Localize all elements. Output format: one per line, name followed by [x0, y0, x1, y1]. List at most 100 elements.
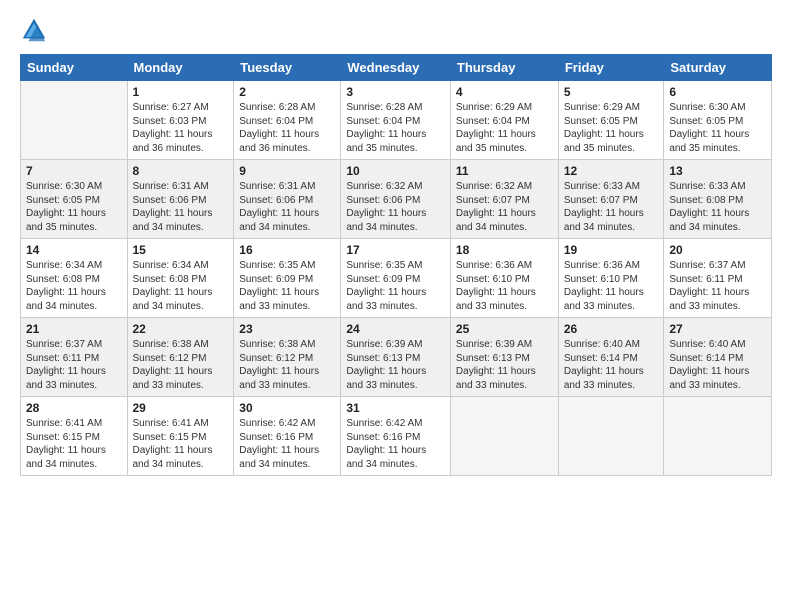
day-number: 7: [26, 164, 122, 178]
day-number: 26: [564, 322, 659, 336]
day-info: Sunrise: 6:37 AM Sunset: 6:11 PM Dayligh…: [26, 338, 122, 392]
calendar-cell-w5-d3: 30 Sunrise: 6:42 AM Sunset: 6:16 PM Dayli…: [234, 397, 341, 476]
day-number: 2: [239, 85, 335, 99]
calendar-cell-w1-d1: [21, 81, 128, 160]
calendar-cell-w1-d6: 5 Sunrise: 6:29 AM Sunset: 6:05 PM Daylig…: [558, 81, 664, 160]
day-number: 8: [133, 164, 229, 178]
calendar-cell-w2-d3: 9 Sunrise: 6:31 AM Sunset: 6:06 PM Daylig…: [234, 160, 341, 239]
calendar-cell-w3-d4: 17Sunrise: 6:35 AM Sunset: 6:09 PM Dayli…: [341, 239, 451, 318]
day-info: Sunrise: 6:34 AM Sunset: 6:08 PM Dayligh…: [26, 259, 122, 313]
calendar-week-3: 14 Sunrise: 6:34 AM Sunset: 6:08 PM Dayli…: [21, 239, 772, 318]
day-info: Sunrise: 6:31 AM Sunset: 6:06 PM Dayligh…: [239, 180, 335, 234]
day-info: Sunrise: 6:30 AM Sunset: 6:05 PM Dayligh…: [26, 180, 122, 234]
day-number: 5: [564, 85, 659, 99]
calendar-cell-w2-d6: 12 Sunrise: 6:33 AM Sunset: 6:07 PM Dayli…: [558, 160, 664, 239]
day-number: 9: [239, 164, 335, 178]
calendar-week-4: 21 Sunrise: 6:37 AM Sunset: 6:11 PM Dayli…: [21, 318, 772, 397]
day-number: 22: [133, 322, 229, 336]
day-info: Sunrise: 6:41 AM Sunset: 6:15 PM Dayligh…: [26, 417, 122, 471]
col-friday: Friday: [558, 55, 664, 81]
day-info: Sunrise: 6:29 AM Sunset: 6:04 PM Dayligh…: [456, 101, 553, 155]
day-number: 25: [456, 322, 553, 336]
day-number: 27: [669, 322, 766, 336]
calendar-cell-w4-d1: 21 Sunrise: 6:37 AM Sunset: 6:11 PM Dayli…: [21, 318, 128, 397]
day-info: Sunrise: 6:39 AM Sunset: 6:13 PM Dayligh…: [346, 338, 445, 392]
day-number: 20: [669, 243, 766, 257]
day-number: 31: [346, 401, 445, 415]
calendar-week-2: 7 Sunrise: 6:30 AM Sunset: 6:05 PM Daylig…: [21, 160, 772, 239]
day-info: Sunrise: 6:42 AM Sunset: 6:16 PM Dayligh…: [346, 417, 445, 471]
calendar-cell-w3-d5: 18 Sunrise: 6:36 AM Sunset: 6:10 PM Dayli…: [450, 239, 558, 318]
day-number: 21: [26, 322, 122, 336]
day-number: 23: [239, 322, 335, 336]
day-info: Sunrise: 6:28 AM Sunset: 6:04 PM Dayligh…: [346, 101, 445, 155]
calendar-week-1: 1Sunrise: 6:27 AM Sunset: 6:03 PM Daylig…: [21, 81, 772, 160]
calendar-cell-w4-d3: 23Sunrise: 6:38 AM Sunset: 6:12 PM Dayli…: [234, 318, 341, 397]
calendar-cell-w3-d6: 19Sunrise: 6:36 AM Sunset: 6:10 PM Dayli…: [558, 239, 664, 318]
calendar-cell-w2-d7: 13 Sunrise: 6:33 AM Sunset: 6:08 PM Dayli…: [664, 160, 772, 239]
day-info: Sunrise: 6:33 AM Sunset: 6:08 PM Dayligh…: [669, 180, 766, 234]
day-info: Sunrise: 6:32 AM Sunset: 6:06 PM Dayligh…: [346, 180, 445, 234]
day-number: 15: [133, 243, 229, 257]
col-wednesday: Wednesday: [341, 55, 451, 81]
calendar-cell-w4-d5: 25 Sunrise: 6:39 AM Sunset: 6:13 PM Dayli…: [450, 318, 558, 397]
day-number: 3: [346, 85, 445, 99]
calendar-header-row: Sunday Monday Tuesday Wednesday Thursday…: [21, 55, 772, 81]
calendar-cell-w2-d1: 7 Sunrise: 6:30 AM Sunset: 6:05 PM Daylig…: [21, 160, 128, 239]
col-monday: Monday: [127, 55, 234, 81]
day-number: 30: [239, 401, 335, 415]
calendar-cell-w3-d7: 20 Sunrise: 6:37 AM Sunset: 6:11 PM Dayli…: [664, 239, 772, 318]
page: Sunday Monday Tuesday Wednesday Thursday…: [0, 0, 792, 612]
calendar-cell-w5-d2: 29Sunrise: 6:41 AM Sunset: 6:15 PM Dayli…: [127, 397, 234, 476]
day-number: 6: [669, 85, 766, 99]
day-number: 12: [564, 164, 659, 178]
day-info: Sunrise: 6:33 AM Sunset: 6:07 PM Dayligh…: [564, 180, 659, 234]
calendar-cell-w5-d6: [558, 397, 664, 476]
logo-icon: [20, 16, 48, 44]
day-number: 11: [456, 164, 553, 178]
day-info: Sunrise: 6:40 AM Sunset: 6:14 PM Dayligh…: [669, 338, 766, 392]
day-info: Sunrise: 6:39 AM Sunset: 6:13 PM Dayligh…: [456, 338, 553, 392]
calendar-table: Sunday Monday Tuesday Wednesday Thursday…: [20, 54, 772, 476]
header: [20, 16, 772, 44]
day-number: 24: [346, 322, 445, 336]
calendar-cell-w1-d4: 3 Sunrise: 6:28 AM Sunset: 6:04 PM Daylig…: [341, 81, 451, 160]
day-info: Sunrise: 6:30 AM Sunset: 6:05 PM Dayligh…: [669, 101, 766, 155]
calendar-cell-w1-d3: 2Sunrise: 6:28 AM Sunset: 6:04 PM Daylig…: [234, 81, 341, 160]
day-number: 13: [669, 164, 766, 178]
calendar-cell-w4-d4: 24 Sunrise: 6:39 AM Sunset: 6:13 PM Dayli…: [341, 318, 451, 397]
col-saturday: Saturday: [664, 55, 772, 81]
calendar-cell-w2-d2: 8Sunrise: 6:31 AM Sunset: 6:06 PM Daylig…: [127, 160, 234, 239]
day-number: 4: [456, 85, 553, 99]
col-thursday: Thursday: [450, 55, 558, 81]
day-info: Sunrise: 6:35 AM Sunset: 6:09 PM Dayligh…: [346, 259, 445, 313]
day-info: Sunrise: 6:29 AM Sunset: 6:05 PM Dayligh…: [564, 101, 659, 155]
calendar-cell-w5-d1: 28Sunrise: 6:41 AM Sunset: 6:15 PM Dayli…: [21, 397, 128, 476]
day-number: 29: [133, 401, 229, 415]
day-number: 1: [133, 85, 229, 99]
calendar-cell-w4-d6: 26 Sunrise: 6:40 AM Sunset: 6:14 PM Dayli…: [558, 318, 664, 397]
calendar-cell-w4-d7: 27 Sunrise: 6:40 AM Sunset: 6:14 PM Dayli…: [664, 318, 772, 397]
calendar-cell-w1-d7: 6 Sunrise: 6:30 AM Sunset: 6:05 PM Daylig…: [664, 81, 772, 160]
day-info: Sunrise: 6:35 AM Sunset: 6:09 PM Dayligh…: [239, 259, 335, 313]
day-info: Sunrise: 6:36 AM Sunset: 6:10 PM Dayligh…: [456, 259, 553, 313]
calendar-cell-w2-d4: 10 Sunrise: 6:32 AM Sunset: 6:06 PM Dayli…: [341, 160, 451, 239]
day-info: Sunrise: 6:42 AM Sunset: 6:16 PM Dayligh…: [239, 417, 335, 471]
calendar-cell-w3-d3: 16Sunrise: 6:35 AM Sunset: 6:09 PM Dayli…: [234, 239, 341, 318]
day-info: Sunrise: 6:37 AM Sunset: 6:11 PM Dayligh…: [669, 259, 766, 313]
calendar-cell-w5-d4: 31 Sunrise: 6:42 AM Sunset: 6:16 PM Dayli…: [341, 397, 451, 476]
calendar-cell-w5-d5: [450, 397, 558, 476]
day-number: 14: [26, 243, 122, 257]
day-number: 19: [564, 243, 659, 257]
day-info: Sunrise: 6:32 AM Sunset: 6:07 PM Dayligh…: [456, 180, 553, 234]
calendar-cell-w1-d2: 1Sunrise: 6:27 AM Sunset: 6:03 PM Daylig…: [127, 81, 234, 160]
day-number: 18: [456, 243, 553, 257]
col-sunday: Sunday: [21, 55, 128, 81]
calendar-week-5: 28Sunrise: 6:41 AM Sunset: 6:15 PM Dayli…: [21, 397, 772, 476]
calendar-cell-w3-d2: 15Sunrise: 6:34 AM Sunset: 6:08 PM Dayli…: [127, 239, 234, 318]
day-info: Sunrise: 6:40 AM Sunset: 6:14 PM Dayligh…: [564, 338, 659, 392]
logo: [20, 16, 52, 44]
day-number: 10: [346, 164, 445, 178]
calendar-cell-w1-d5: 4 Sunrise: 6:29 AM Sunset: 6:04 PM Daylig…: [450, 81, 558, 160]
calendar-cell-w4-d2: 22Sunrise: 6:38 AM Sunset: 6:12 PM Dayli…: [127, 318, 234, 397]
